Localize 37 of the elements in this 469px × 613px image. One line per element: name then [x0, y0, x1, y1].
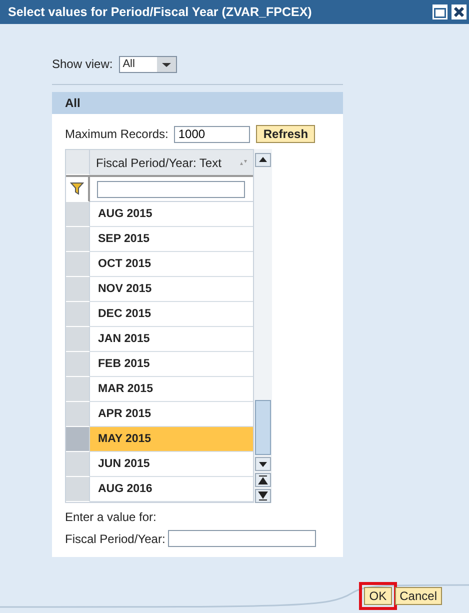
scrollbar[interactable] — [254, 149, 272, 503]
dialog-button[interactable]: Cancel — [394, 587, 442, 605]
filter-icon[interactable] — [70, 182, 84, 196]
fiscal-period-label: Fiscal Period/Year: — [65, 532, 166, 546]
row-selector[interactable] — [66, 202, 90, 227]
row-selector[interactable] — [66, 452, 90, 477]
filter-field[interactable] — [97, 180, 245, 198]
show-view-label: Show view: — [52, 57, 113, 71]
close-icon[interactable] — [451, 4, 467, 20]
scroll-bottom-icon[interactable] — [255, 489, 271, 503]
scroll-top-icon[interactable] — [255, 473, 271, 487]
row-selector[interactable] — [66, 402, 90, 427]
max-records-field[interactable]: 1000 — [174, 126, 250, 142]
scroll-thumb[interactable] — [255, 400, 271, 455]
entry-prompt: Enter a value for: — [65, 510, 158, 524]
maximize-icon[interactable] — [432, 4, 448, 20]
row-selector[interactable] — [66, 327, 90, 352]
scroll-up-icon[interactable] — [255, 153, 271, 167]
row-selector[interactable] — [66, 302, 90, 327]
row-selector[interactable] — [66, 427, 90, 452]
row-selector[interactable] — [66, 477, 90, 502]
row-selector[interactable] — [66, 227, 90, 252]
view-dropdown[interactable]: All — [118, 56, 177, 72]
window-title: Select values for Period/Fiscal Year (ZVAR_FPCEX) — [8, 5, 312, 19]
row-selector[interactable] — [66, 377, 90, 402]
refresh-button[interactable]: Refresh — [256, 125, 316, 143]
sort-filter-icon — [239, 158, 247, 166]
panel-title: All — [65, 96, 80, 110]
fiscal-period-field[interactable] — [168, 530, 316, 547]
table-cell[interactable]: MAY 2015 — [90, 427, 253, 452]
row-selector[interactable] — [66, 352, 90, 377]
select-all-cell[interactable] — [66, 150, 90, 175]
column-header[interactable]: Fiscal Period/Year: Text — [90, 150, 253, 175]
max-records-label: Maximum Records: — [65, 127, 168, 141]
row-selector[interactable] — [66, 277, 90, 302]
row-selector[interactable] — [66, 252, 90, 277]
scroll-down-icon[interactable] — [255, 457, 271, 471]
